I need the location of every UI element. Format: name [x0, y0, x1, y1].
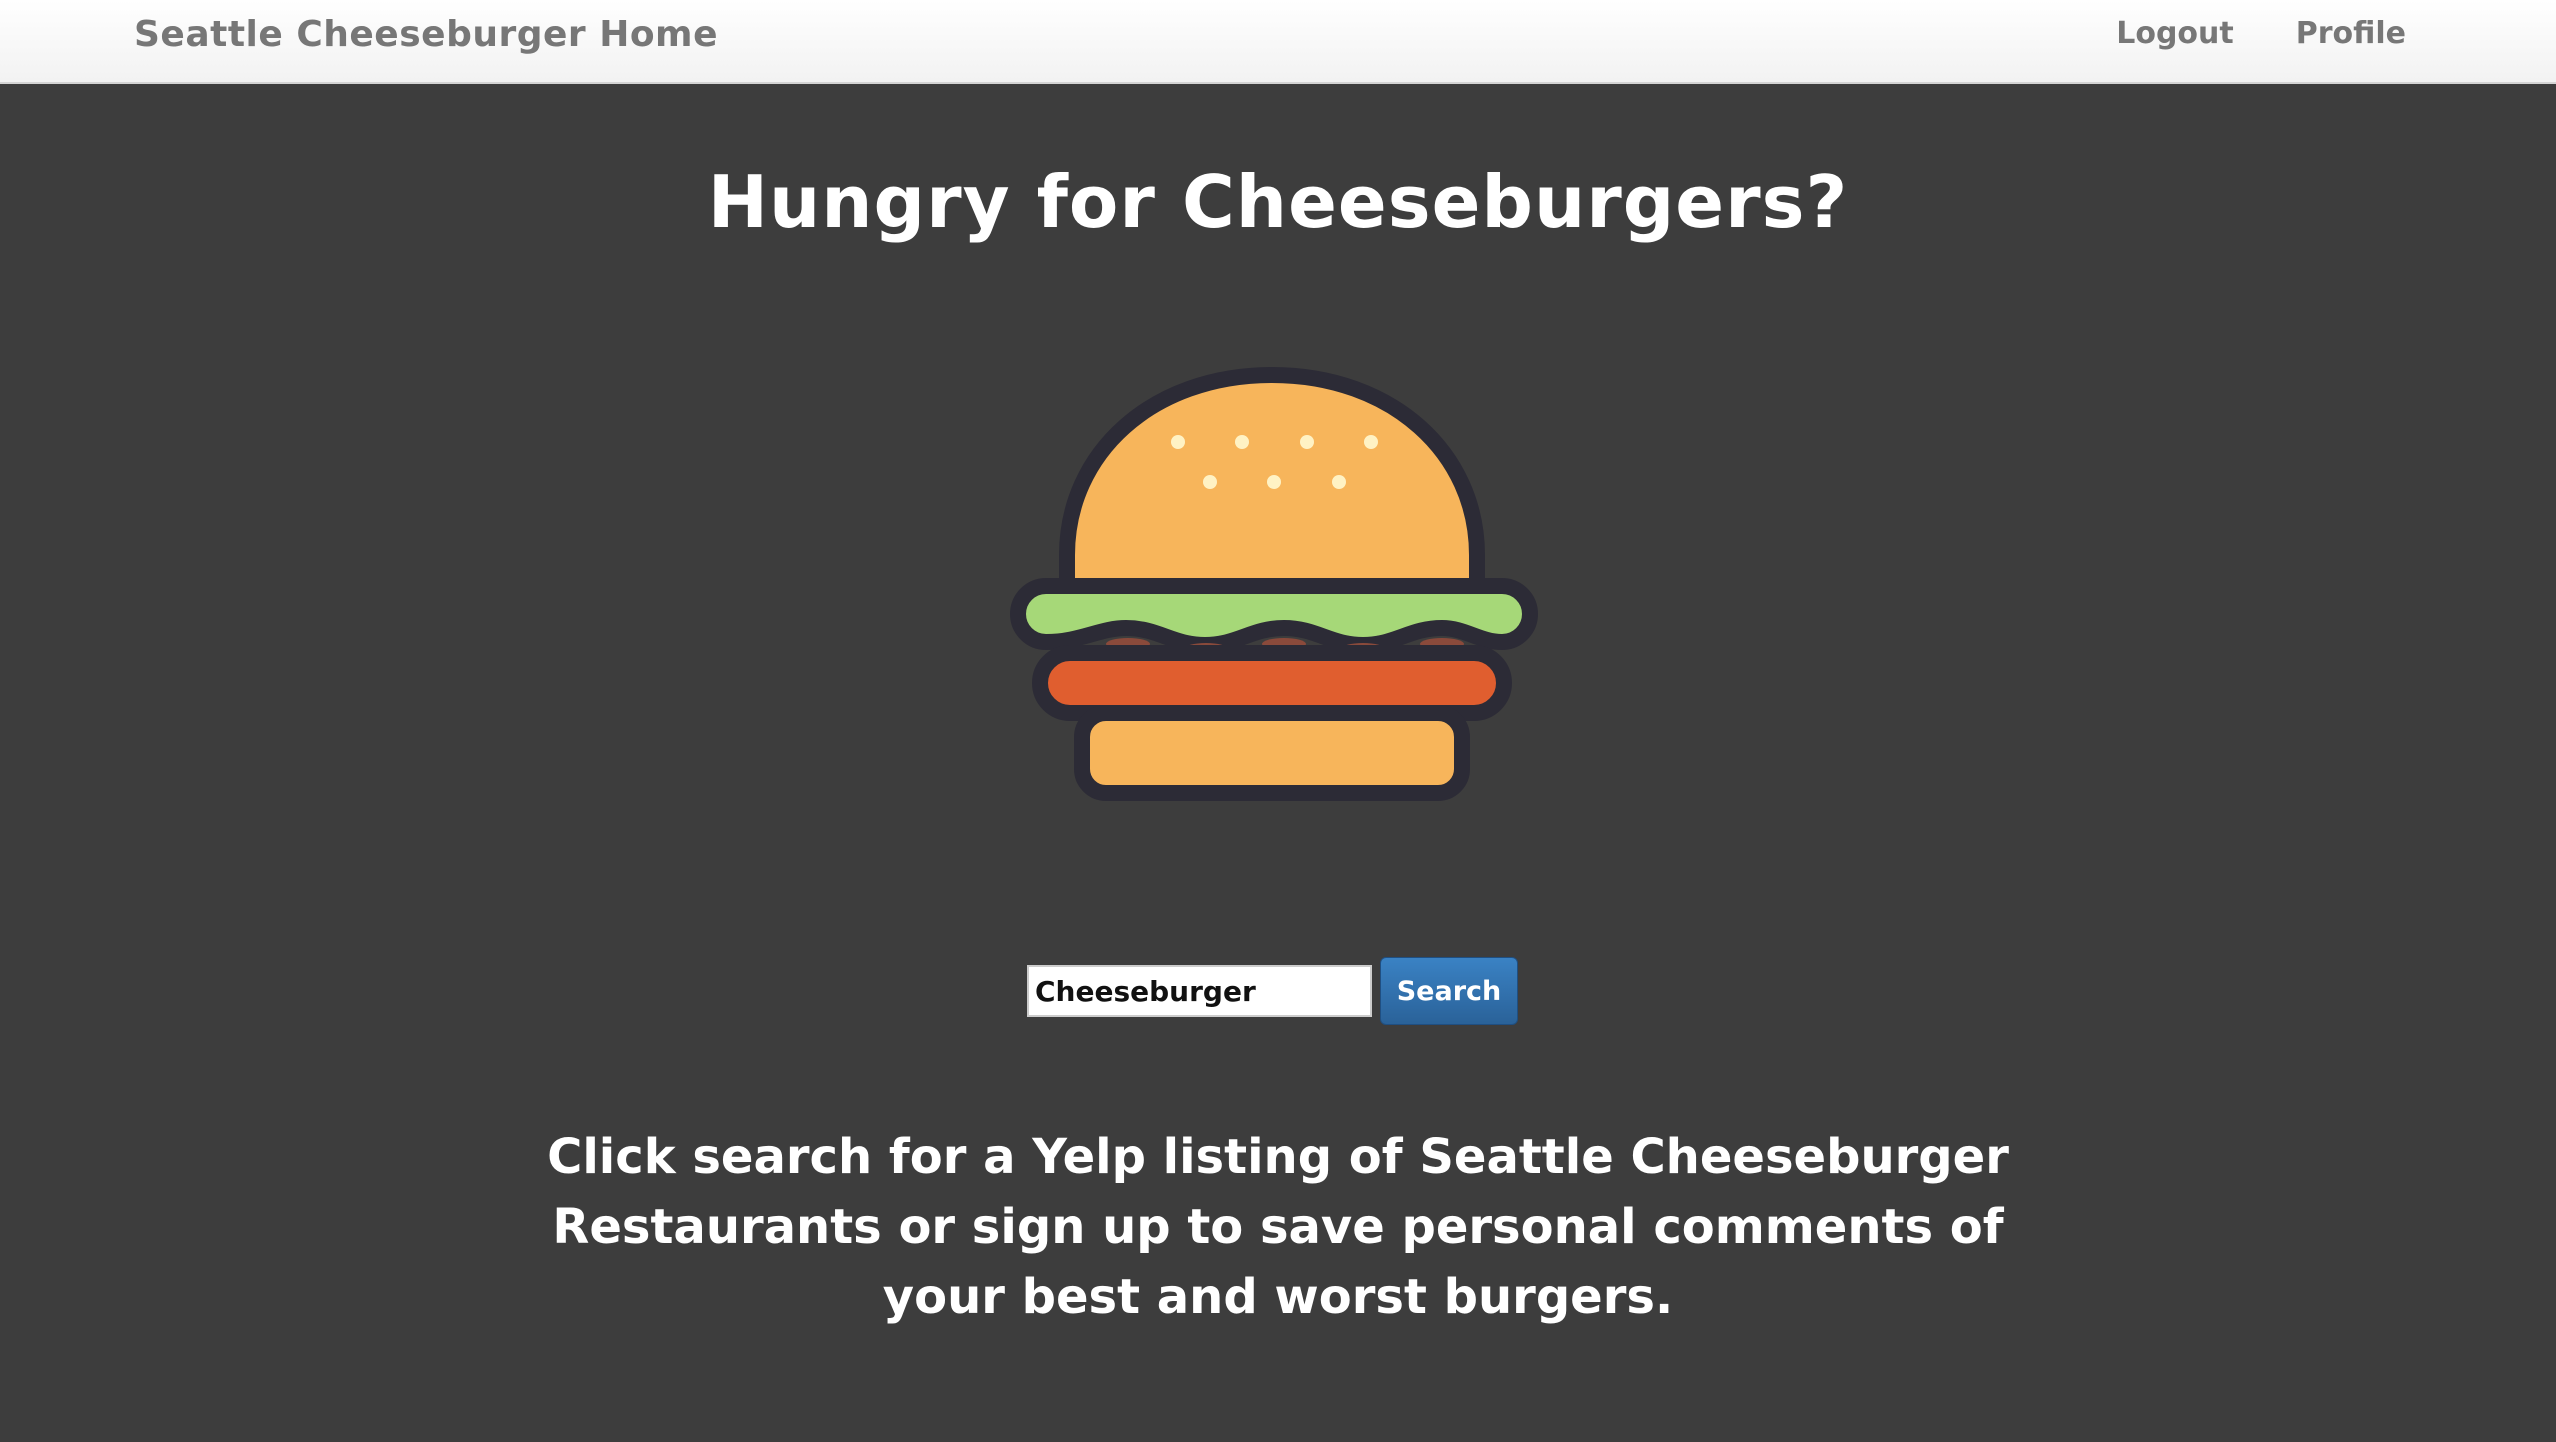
search-input[interactable]: [1027, 965, 1372, 1017]
patty: [1032, 645, 1512, 721]
page-title: Hungry for Cheeseburgers?: [707, 160, 1849, 244]
search-form: Search: [1027, 957, 1518, 1025]
navbar: Seattle Cheeseburger Home Logout Profile: [0, 0, 2556, 84]
bottom-bun: [1074, 705, 1470, 801]
search-button[interactable]: Search: [1380, 957, 1518, 1025]
lettuce: [1010, 578, 1538, 653]
nav-links: Logout Profile: [2116, 16, 2406, 51]
profile-link[interactable]: Profile: [2296, 16, 2406, 51]
logout-link[interactable]: Logout: [2116, 16, 2234, 51]
tagline: Click search for a Yelp listing of Seatt…: [547, 1129, 2009, 1325]
cheeseburger-icon: [1010, 367, 1538, 801]
brand-link[interactable]: Seattle Cheeseburger Home: [134, 14, 718, 55]
